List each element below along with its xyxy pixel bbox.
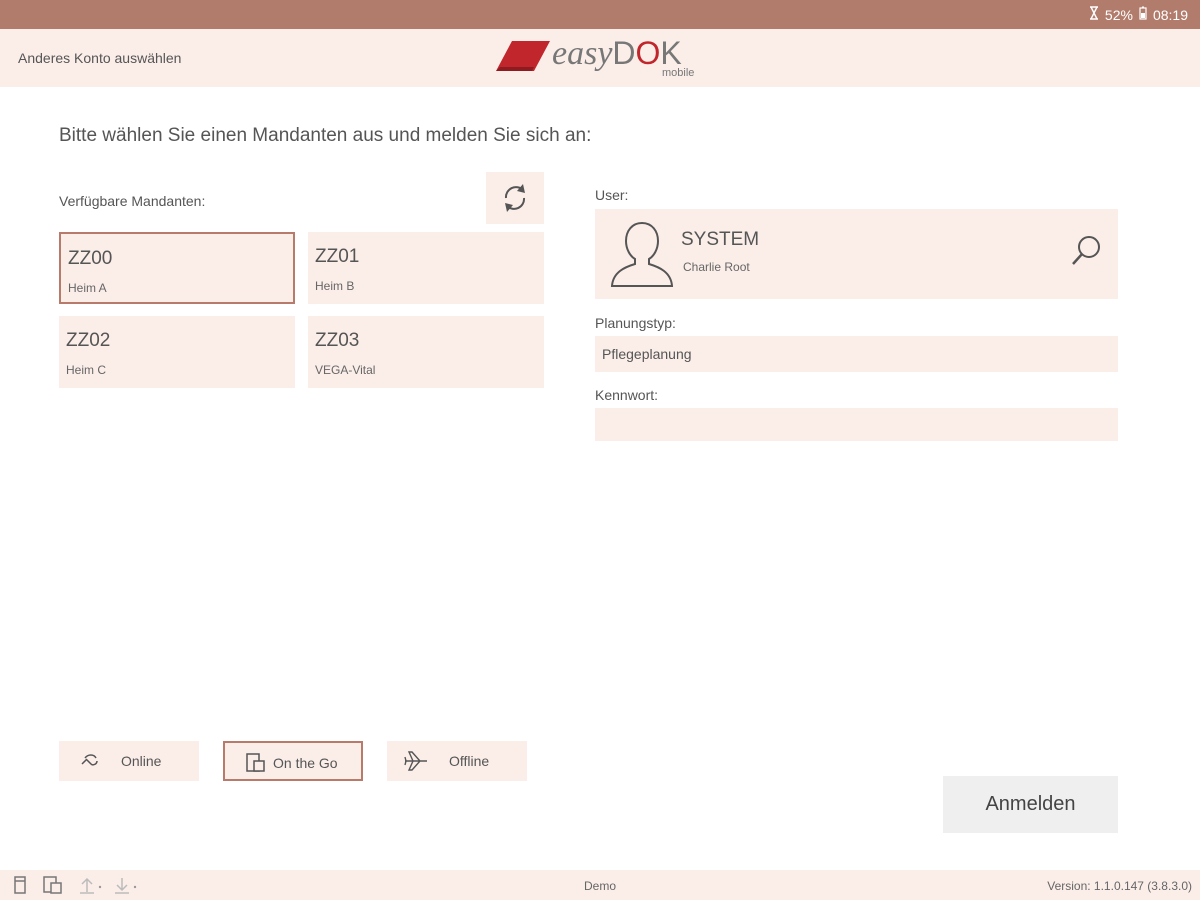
client-name: VEGA-Vital	[315, 363, 376, 377]
mode-online-label: Online	[121, 753, 162, 769]
battery-percent: 52%	[1104, 6, 1133, 23]
client-code: ZZ01	[315, 246, 360, 267]
status-bar: 52% 08:19	[0, 0, 1200, 29]
user-avatar-icon	[610, 221, 674, 287]
clients-label: Verfügbare Mandanten:	[59, 193, 206, 209]
client-tile-zz03[interactable]: ZZ03 VEGA-Vital	[308, 316, 544, 388]
client-code: ZZ02	[66, 330, 111, 351]
client-tile-zz02[interactable]: ZZ02 Heim C	[59, 316, 295, 388]
user-name: SYSTEM	[681, 229, 760, 250]
logo-subtitle: mobile	[662, 67, 695, 79]
mode-offline-button[interactable]: Offline	[387, 741, 527, 781]
devices-icon	[246, 753, 265, 772]
mode-onthego-button[interactable]: On the Go	[223, 741, 363, 781]
user-selector[interactable]: SYSTEM Charlie Root	[595, 209, 1118, 299]
planning-type-label: Planungstyp:	[595, 315, 676, 331]
client-tile-zz01[interactable]: ZZ01 Heim B	[308, 232, 544, 304]
client-code: ZZ00	[68, 248, 113, 269]
environment-label: Demo	[583, 879, 616, 893]
mode-online-button[interactable]: Online	[59, 741, 199, 781]
airplane-icon	[404, 751, 427, 771]
client-name: Heim C	[66, 363, 107, 377]
battery-icon	[1139, 6, 1147, 23]
client-tile-zz00[interactable]: ZZ00 Heim A	[59, 232, 295, 304]
mode-onthego-label: On the Go	[273, 755, 338, 771]
logo-parallelogram-icon	[496, 41, 550, 71]
mode-offline-label: Offline	[449, 753, 490, 769]
login-button[interactable]: Anmelden	[943, 776, 1118, 833]
page-prompt: Bitte wählen Sie einen Mandanten aus und…	[59, 125, 592, 146]
client-name: Heim A	[68, 281, 107, 295]
planning-type-select[interactable]: Pflegeplanung	[595, 336, 1118, 372]
switch-account-link[interactable]: Anderes Konto auswählen	[18, 50, 181, 66]
client-code: ZZ03	[315, 330, 360, 351]
alarm-icon	[1089, 6, 1099, 23]
easydok-logo: easyDOK mobile	[494, 35, 709, 85]
online-plug-icon	[81, 754, 98, 766]
client-name: Heim B	[315, 279, 355, 293]
version-label: Version: 1.1.0.147 (3.8.3.0)	[1047, 879, 1192, 893]
footer-bar: Demo Version: 1.1.0.147 (3.8.3.0)	[0, 870, 1200, 900]
clock: 08:19	[1152, 6, 1188, 23]
user-full-name: Charlie Root	[683, 260, 750, 274]
password-label: Kennwort:	[595, 387, 659, 403]
password-field[interactable]	[595, 408, 1118, 441]
refresh-icon	[504, 184, 526, 212]
user-label: User:	[595, 187, 629, 203]
refresh-button[interactable]	[486, 172, 544, 224]
search-icon[interactable]	[1070, 233, 1104, 267]
app-header: Anderes Konto auswählen easyDOK mobile	[0, 29, 1200, 87]
